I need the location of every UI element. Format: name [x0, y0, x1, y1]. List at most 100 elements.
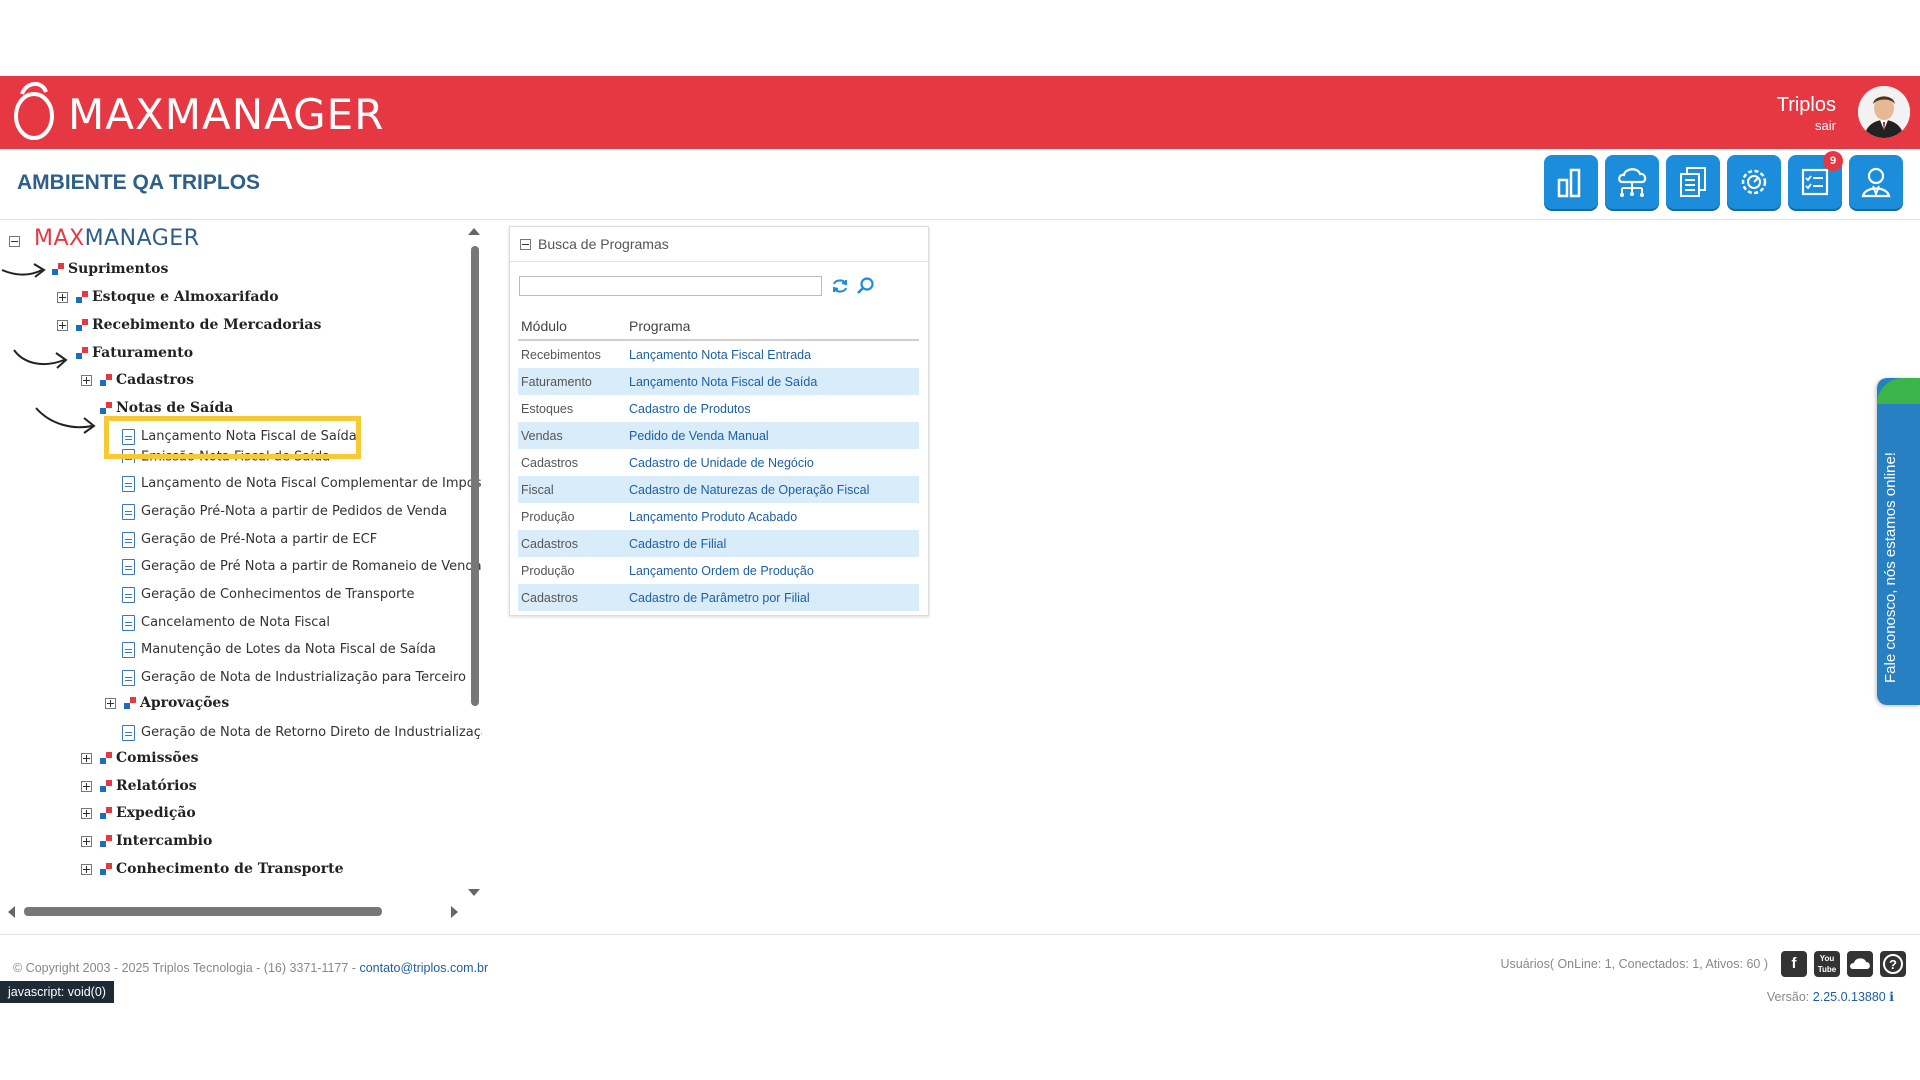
settings-button[interactable]	[1727, 155, 1781, 209]
user-profile-button[interactable]	[1849, 155, 1903, 209]
tree-node-recebimento[interactable]: Recebimento de Mercadorias	[57, 313, 321, 337]
search-panel-header: Busca de Programas	[510, 227, 928, 262]
expand-icon[interactable]	[81, 374, 92, 386]
expand-icon[interactable]	[81, 780, 92, 792]
program-link[interactable]: Cadastro de Naturezas de Operação Fiscal	[626, 476, 919, 503]
panel-collapse-icon[interactable]	[520, 239, 531, 250]
table-row[interactable]: Fiscal Cadastro de Naturezas de Operação …	[518, 476, 919, 503]
tree-leaf-nf-complementar[interactable]: Lançamento de Nota Fiscal Complementar d…	[122, 472, 482, 496]
search-panel-title: Busca de Programas	[538, 236, 669, 252]
info-icon[interactable]: ℹ	[1889, 990, 1894, 1004]
tree-node-conhecimento-transporte[interactable]: Conhecimento de Transporte	[81, 857, 344, 881]
top-header: MAXMANAGER Triplos sair	[0, 76, 1920, 149]
module-cell: Recebimentos	[521, 347, 601, 362]
search-input[interactable]	[519, 276, 822, 296]
table-row[interactable]: Recebimentos Lançamento Nota Fiscal Entra…	[518, 340, 919, 368]
table-row[interactable]: Cadastros Cadastro de Unidade de Negócio	[518, 449, 919, 476]
table-row[interactable]: Estoques Cadastro de Produtos	[518, 395, 919, 422]
user-name: Triplos	[1776, 94, 1836, 116]
expand-icon[interactable]	[81, 752, 92, 764]
scroll-right-arrow[interactable]	[451, 906, 458, 918]
module-icon	[100, 780, 112, 792]
tree-node-relatorios[interactable]: Relatórios	[81, 774, 197, 798]
column-header-program[interactable]: Programa	[626, 313, 919, 341]
program-link[interactable]: Cadastro de Produtos	[626, 395, 919, 422]
document-icon	[122, 641, 135, 658]
contact-email-link[interactable]: contato@triplos.com.br	[359, 961, 488, 975]
program-link[interactable]: Cadastro de Filial	[626, 530, 919, 557]
facebook-icon[interactable]: f	[1781, 951, 1807, 977]
refresh-icon[interactable]	[831, 277, 849, 295]
settings-icon	[1741, 169, 1767, 195]
tree-node-intercambio[interactable]: Intercambio	[81, 829, 212, 853]
scroll-down-arrow[interactable]	[468, 889, 480, 896]
module-icon	[100, 752, 112, 764]
program-link[interactable]: Pedido de Venda Manual	[626, 422, 919, 449]
module-cell: Vendas	[518, 422, 626, 449]
youtube-icon[interactable]: You Tube	[1814, 951, 1840, 977]
program-link[interactable]: Lançamento Produto Acabado	[626, 503, 919, 530]
avatar[interactable]	[1858, 86, 1910, 138]
expand-icon[interactable]	[57, 319, 68, 331]
program-link[interactable]: Lançamento Ordem de Produção	[626, 557, 919, 584]
document-icon	[122, 586, 135, 603]
tree-leaf-manutencao-lotes[interactable]: Manutenção de Lotes da Nota Fiscal de Sa…	[122, 638, 436, 662]
logout-link[interactable]: sair	[1815, 118, 1836, 133]
tree-node-suprimentos[interactable]: Suprimentos	[52, 257, 168, 281]
tree-leaf-pre-nota-pedidos[interactable]: Geração Pré-Nota a partir de Pedidos de …	[122, 500, 447, 524]
program-link[interactable]: Lançamento Nota Fiscal de Saída	[626, 368, 919, 395]
program-link[interactable]: Cadastro de Unidade de Negócio	[626, 449, 919, 476]
program-tree: MAXMANAGER Suprimentos Estoque e Almoxar…	[0, 224, 482, 924]
tree-node-faturamento[interactable]: Faturamento	[76, 341, 193, 365]
table-row[interactable]: Faturamento Lançamento Nota Fiscal de Saí…	[518, 368, 919, 395]
tree-leaf-retorno-industrializacao[interactable]: Geração de Nota de Retorno Direto de Ind…	[122, 721, 482, 745]
documents-button[interactable]	[1666, 155, 1720, 209]
program-link[interactable]: Lançamento Nota Fiscal Entrada	[626, 340, 919, 368]
tree-node-cadastros[interactable]: Cadastros	[81, 368, 194, 392]
cloud-services-button[interactable]	[1605, 155, 1659, 209]
table-row[interactable]: Cadastros Cadastro de Parâmetro por Filia…	[518, 584, 919, 611]
svg-text:?: ?	[1889, 957, 1897, 972]
program-link[interactable]: Cadastro de Parâmetro por Filial	[626, 584, 919, 611]
cloud-icon[interactable]	[1847, 951, 1873, 977]
column-header-module[interactable]: Módulo	[518, 313, 626, 341]
reports-button[interactable]	[1544, 155, 1598, 209]
cloud-network-icon	[1618, 168, 1647, 197]
tree-node-expedicao[interactable]: Expedição	[81, 801, 196, 825]
highlight-annotation	[104, 416, 361, 459]
tree-leaf-pre-nota-ecf[interactable]: Geração de Pré-Nota a partir de ECF	[122, 528, 377, 552]
tree-leaf-industrializacao-terceiro[interactable]: Geração de Nota de Industrialização para…	[122, 666, 466, 690]
vertical-scrollbar-thumb[interactable]	[471, 246, 479, 706]
scroll-left-arrow[interactable]	[8, 906, 15, 918]
scroll-up-arrow[interactable]	[468, 228, 480, 235]
expand-icon[interactable]	[81, 863, 92, 875]
chat-side-tab[interactable]: Fale conosco, nós estamos online!	[1877, 378, 1920, 705]
tree-node-aprovacoes[interactable]: Aprovações	[105, 691, 229, 715]
module-icon	[76, 347, 88, 359]
module-icon	[100, 374, 112, 386]
module-icon	[100, 402, 112, 414]
module-cell: Fiscal	[518, 476, 626, 503]
search-icon[interactable]	[855, 276, 875, 296]
horizontal-scrollbar-thumb[interactable]	[24, 907, 382, 916]
module-cell: Cadastros	[518, 530, 626, 557]
expand-icon[interactable]	[105, 697, 116, 709]
expand-icon[interactable]	[81, 835, 92, 847]
table-row[interactable]: Vendas Pedido de Venda Manual	[518, 422, 919, 449]
tree-node-estoque[interactable]: Estoque e Almoxarifado	[57, 285, 279, 309]
tree-node-comissoes[interactable]: Comissões	[81, 746, 199, 770]
help-icon[interactable]: ?	[1880, 951, 1906, 977]
module-icon	[76, 291, 88, 303]
table-row[interactable]: Produção Lançamento Ordem de Produção	[518, 557, 919, 584]
table-row[interactable]: Cadastros Cadastro de Filial	[518, 530, 919, 557]
sub-header: AMBIENTE QA TRIPLOS	[0, 149, 1920, 220]
tree-leaf-pre-nota-romaneio[interactable]: Geração de Pré Nota a partir de Romaneio…	[122, 555, 482, 579]
tree-leaf-cancelamento-nf[interactable]: Cancelamento de Nota Fiscal	[122, 611, 330, 635]
table-row[interactable]: Produção Lançamento Produto Acabado	[518, 503, 919, 530]
expand-icon[interactable]	[81, 807, 92, 819]
module-cell: Cadastros	[521, 455, 578, 470]
tree-leaf-conhecimentos-transporte[interactable]: Geração de Conhecimentos de Transporte	[122, 583, 414, 607]
module-cell: Cadastros	[518, 584, 626, 611]
copyright-text: © Copyright 2003 - 2025 Triplos Tecnolog…	[13, 961, 489, 975]
expand-icon[interactable]	[57, 291, 68, 303]
